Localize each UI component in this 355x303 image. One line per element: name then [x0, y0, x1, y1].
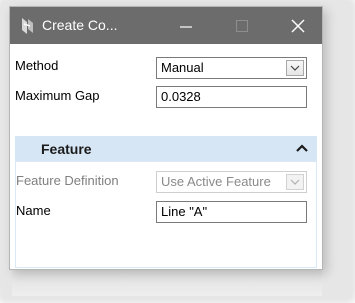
minimize-button[interactable] — [166, 7, 206, 44]
minimize-icon — [180, 25, 192, 28]
window-title: Create Co... — [42, 17, 118, 33]
feature-definition-label: Feature Definition — [16, 173, 119, 188]
chevron-down-icon — [290, 65, 300, 71]
close-icon — [291, 19, 305, 32]
name-value: Line "A" — [161, 204, 208, 219]
feature-definition-dropdown-button — [286, 174, 304, 190]
create-dialog: Create Co... Method Manual Maximum Gap 0… — [9, 6, 323, 270]
feature-definition-dropdown: Use Active Feature — [156, 171, 307, 193]
feature-section-body: Feature Definition Use Active Feature Na… — [16, 162, 316, 267]
chevron-up-icon[interactable] — [295, 143, 309, 153]
chevron-down-icon — [290, 179, 300, 185]
feature-definition-value: Use Active Feature — [161, 174, 271, 189]
bentley-app-icon — [22, 18, 33, 34]
title-bar[interactable]: Create Co... — [10, 7, 322, 44]
feature-section-header[interactable]: Feature — [15, 136, 317, 161]
maximum-gap-value: 0.0328 — [161, 89, 201, 104]
close-button[interactable] — [278, 7, 318, 44]
background-blur — [12, 268, 322, 296]
maximize-icon — [236, 19, 248, 32]
method-label: Method — [15, 58, 59, 73]
method-dropdown[interactable]: Manual — [156, 57, 307, 79]
method-value: Manual — [161, 60, 204, 75]
feature-section-title: Feature — [41, 141, 92, 157]
name-input[interactable]: Line "A" — [156, 201, 307, 223]
dialog-body: Method Manual Maximum Gap 0.0328 Feature — [10, 44, 322, 269]
feature-section: Feature Feature Definition Use Active Fe… — [15, 136, 317, 268]
maximize-button — [222, 7, 262, 44]
method-dropdown-button[interactable] — [286, 60, 304, 76]
name-label: Name — [16, 203, 51, 218]
maximum-gap-label: Maximum Gap — [15, 88, 100, 103]
maximum-gap-input[interactable]: 0.0328 — [156, 86, 307, 108]
